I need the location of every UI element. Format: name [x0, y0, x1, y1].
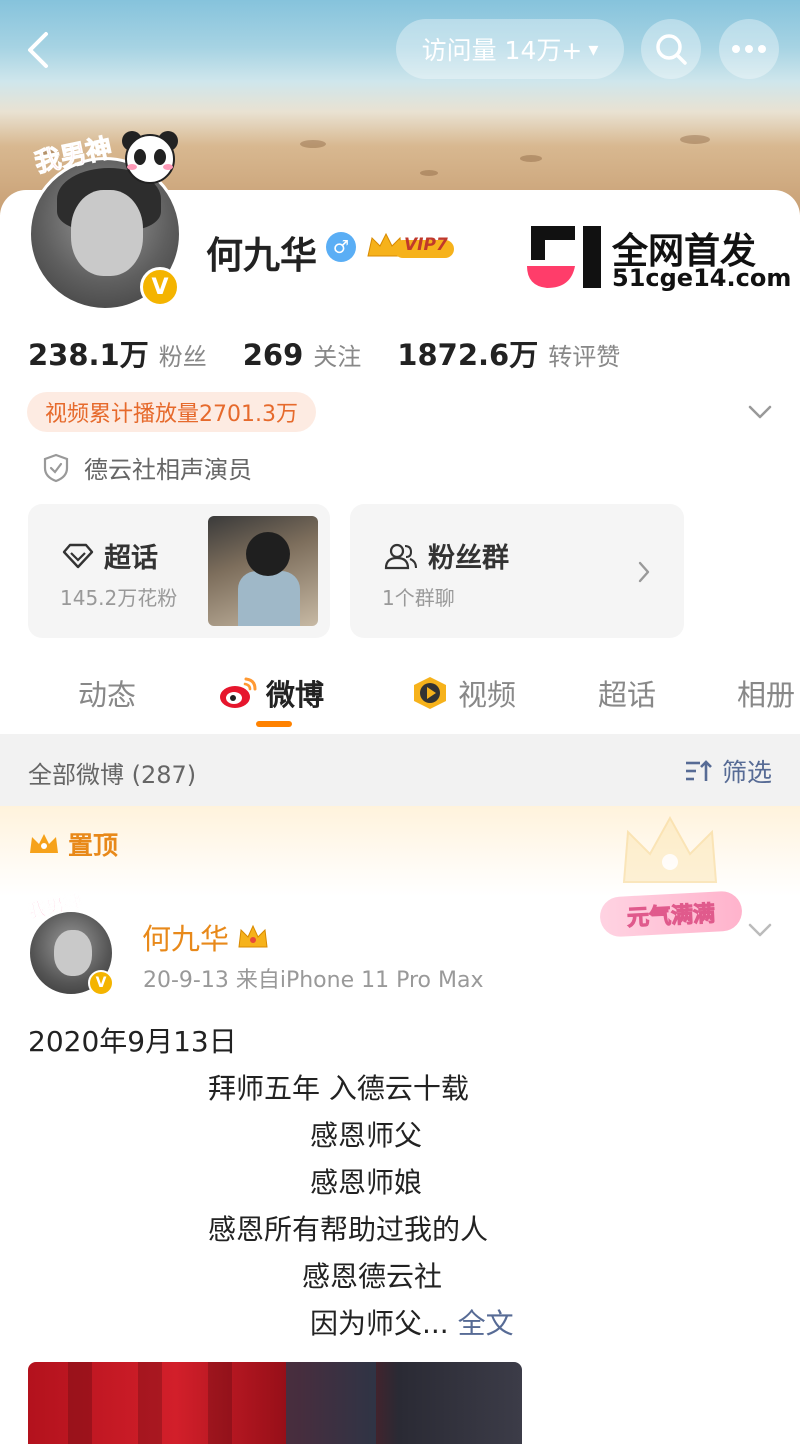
post-line: 拜师五年 入德云十载: [208, 1072, 469, 1105]
post-line: 感恩所有帮助过我的人: [208, 1213, 489, 1246]
full-text-link[interactable]: 全文: [458, 1307, 514, 1340]
tab-album-label: 相册: [737, 678, 796, 712]
engagement-count[interactable]: 1872.6万: [397, 332, 538, 374]
filter-icon: [686, 760, 712, 781]
search-button[interactable]: [641, 19, 701, 79]
panda-icon: [122, 131, 178, 184]
back-button[interactable]: [20, 28, 60, 72]
post-meta: 20-9-13 来自iPhone 11 Pro Max: [143, 968, 484, 993]
engagement-label[interactable]: 转评赞: [548, 337, 620, 372]
tab-video-label: 视频: [458, 678, 517, 712]
post-author[interactable]: 何九华: [142, 916, 269, 958]
followers-label[interactable]: 粉丝: [159, 337, 207, 372]
tab-feed-label: 动态: [78, 678, 137, 712]
super-topic-title-row: 超话: [62, 536, 158, 575]
weibo-logo-icon: [220, 677, 257, 708]
certification-row: 德云社相声演员: [42, 450, 252, 485]
crown-icon: [30, 834, 58, 853]
chevron-down-icon[interactable]: [748, 404, 772, 420]
sand-texture: [520, 155, 542, 162]
pinned-label: 置顶: [68, 831, 119, 860]
post-avatar[interactable]: 我男神 V: [24, 890, 124, 1000]
post-mood-badge: 元气满满: [599, 890, 743, 938]
profile-avatar[interactable]: 我男神 V: [22, 125, 197, 315]
verified-badge-icon: V: [140, 267, 180, 307]
filter-bar: 全部微博 (287) 筛选: [0, 734, 800, 806]
post-line: 感恩师娘: [310, 1166, 423, 1199]
post-line: 感恩德云社: [302, 1260, 443, 1293]
video-play-count-pill[interactable]: 视频累计播放量2701.3万: [27, 392, 316, 432]
super-topic-title: 超话: [104, 543, 158, 574]
active-tab-indicator: [256, 721, 292, 727]
post-line: 感恩师父: [310, 1119, 423, 1152]
crown-decoration-icon: [622, 815, 718, 883]
post-image[interactable]: [28, 1362, 522, 1444]
following-label[interactable]: 关注: [313, 337, 361, 372]
avatar-sticker: 我男神: [26, 125, 194, 185]
sand-texture: [300, 140, 326, 148]
certification-text: 德云社相声演员: [84, 456, 252, 484]
tab-weibo-label: 微博: [266, 678, 325, 712]
vip-label: VIP7: [404, 235, 448, 255]
more-dots-icon: [732, 45, 766, 53]
profile-stats: 238.1万 粉丝 269 关注 1872.6万 转评赞: [28, 332, 656, 374]
chevron-left-icon: [28, 32, 48, 68]
pinned-label-row: 置顶: [28, 826, 118, 862]
tab-feed[interactable]: 动态: [78, 672, 136, 714]
super-topic-cover-image: [208, 516, 318, 626]
sand-texture: [680, 135, 710, 144]
tab-super-topic[interactable]: 超话: [598, 672, 656, 714]
watermark-url: 51cge14.com: [612, 264, 792, 292]
post-content[interactable]: 2020年9月13日 拜师五年 入德云十载 感恩师父 感恩师娘 感恩所有帮助过我…: [28, 1018, 768, 1347]
shield-check-icon: [43, 453, 69, 482]
vip-crown-icon: [238, 924, 268, 948]
super-topic-card[interactable]: 超话 145.2万花粉: [28, 504, 330, 638]
sand-texture: [420, 170, 438, 176]
group-users-icon: [384, 543, 417, 569]
avatar-sticker-text: 我男神: [32, 133, 116, 180]
diamond-icon: [62, 543, 94, 568]
filter-label: 筛选: [722, 758, 773, 787]
fan-group-card[interactable]: 粉丝群 1个群聊: [350, 504, 684, 638]
fan-group-title: 粉丝群: [428, 543, 509, 574]
filter-button[interactable]: 筛选: [684, 753, 772, 789]
chevron-down-icon[interactable]: [748, 922, 772, 938]
post-verified-badge-icon: V: [88, 970, 114, 996]
post-line: 2020年9月13日: [28, 1025, 237, 1058]
watermark-logo: [525, 222, 605, 292]
followers-count[interactable]: 238.1万: [28, 332, 149, 374]
video-play-icon: [414, 677, 446, 709]
chevron-right-icon: [638, 561, 650, 583]
super-topic-subtitle: 145.2万花粉: [60, 586, 178, 610]
visit-count-button[interactable]: 访问量 14万+ ▾: [396, 19, 624, 79]
tab-super-topic-label: 超话: [598, 678, 657, 712]
profile-name: 何九华: [206, 234, 317, 277]
search-icon: [656, 34, 687, 65]
more-button[interactable]: [719, 19, 779, 79]
all-posts-count[interactable]: 全部微博 (287): [28, 755, 196, 790]
tab-video[interactable]: 视频: [410, 672, 516, 714]
visit-count-label: 访问量 14万+: [421, 36, 583, 65]
post-line: 因为师父...: [310, 1307, 449, 1340]
following-count[interactable]: 269: [243, 338, 304, 372]
tab-album[interactable]: 相册: [737, 672, 795, 714]
caret-down-icon: ▾: [588, 37, 599, 61]
tab-weibo[interactable]: 微博: [218, 672, 324, 714]
fan-group-title-row: 粉丝群: [384, 536, 509, 575]
post-author-name: 何九华: [142, 922, 230, 956]
gender-male-icon: ♂: [326, 232, 356, 262]
vip-badge[interactable]: VIP7: [366, 230, 456, 262]
fan-group-subtitle: 1个群聊: [382, 586, 455, 610]
profile-tabs: 动态 微博 视频 超话 相册: [0, 660, 800, 734]
